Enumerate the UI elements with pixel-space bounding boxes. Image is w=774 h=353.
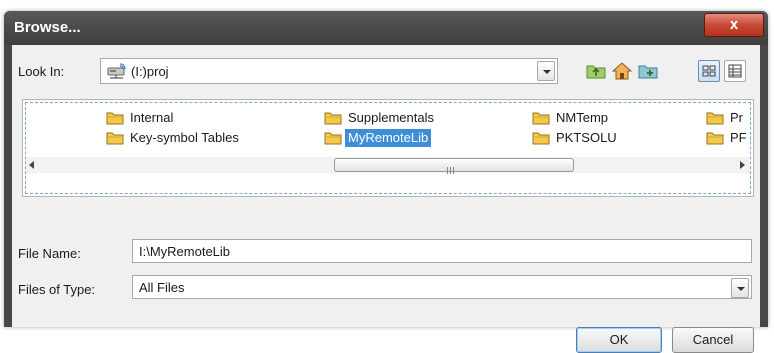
look-in-dropdown[interactable]: (I:)proj xyxy=(100,58,558,84)
file-name-input[interactable]: I:\MyRemoteLib xyxy=(132,239,752,263)
folder-icon xyxy=(106,112,124,125)
up-folder-icon[interactable] xyxy=(586,62,606,80)
file-name-value: I:\MyRemoteLib xyxy=(139,244,231,259)
new-folder-icon[interactable] xyxy=(638,62,658,80)
folder-icon xyxy=(532,132,550,145)
horizontal-scrollbar[interactable] xyxy=(26,157,750,174)
folder-name: PF xyxy=(730,130,747,145)
ok-button[interactable]: OK xyxy=(576,327,662,353)
scroll-left-icon[interactable] xyxy=(29,161,34,169)
folder-name: Supplementals xyxy=(348,110,434,125)
folder-icon xyxy=(532,112,550,125)
grip-icon xyxy=(447,162,461,174)
dialog-body: Look In: (I:)proj Internal Key-symbol Ta… xyxy=(12,45,760,353)
details-view-button[interactable] xyxy=(724,60,746,82)
folder-icon xyxy=(324,112,342,125)
file-type-value: All Files xyxy=(139,280,185,295)
cancel-button[interactable]: Cancel xyxy=(672,327,754,353)
file-name-label: File Name: xyxy=(18,246,81,261)
dialog-title: Browse... xyxy=(14,19,81,36)
file-list-viewport: Internal Key-symbol Tables Supplementals My… xyxy=(25,102,751,194)
list-view-icon xyxy=(702,65,716,77)
details-view-icon xyxy=(728,64,742,78)
look-in-value: (I:)proj xyxy=(131,64,169,79)
folder-name: Pr xyxy=(730,110,743,125)
file-type-label: Files of Type: xyxy=(18,282,96,297)
look-in-label: Look In: xyxy=(18,64,65,79)
folder-icon xyxy=(106,132,124,145)
browse-dialog: Browse... x Look In: (I:)proj Internal K… xyxy=(4,11,768,353)
file-list[interactable]: Internal Key-symbol Tables Supplementals My… xyxy=(22,99,754,197)
home-icon[interactable] xyxy=(612,62,632,80)
folder-name: PKTSOLU xyxy=(556,130,617,145)
folder-name: Internal xyxy=(130,110,174,125)
close-button[interactable]: x xyxy=(704,13,764,37)
folder-name: Key-symbol Tables xyxy=(130,130,239,145)
list-view-button[interactable] xyxy=(698,60,720,82)
chevron-down-icon[interactable] xyxy=(731,278,749,298)
folder-icon xyxy=(324,132,342,145)
file-type-dropdown[interactable]: All Files xyxy=(132,275,752,299)
scroll-right-icon[interactable] xyxy=(740,161,745,169)
folder-icon xyxy=(706,112,724,125)
title-bar[interactable]: Browse... x xyxy=(4,11,768,45)
close-icon: x xyxy=(729,16,739,33)
folder-name: NMTemp xyxy=(556,110,609,125)
scrollbar-thumb[interactable] xyxy=(334,158,574,174)
folder-icon xyxy=(706,132,724,145)
network-drive-icon xyxy=(107,63,126,79)
chevron-down-icon[interactable] xyxy=(537,61,555,81)
folder-name: MyRemoteLib xyxy=(345,129,432,147)
